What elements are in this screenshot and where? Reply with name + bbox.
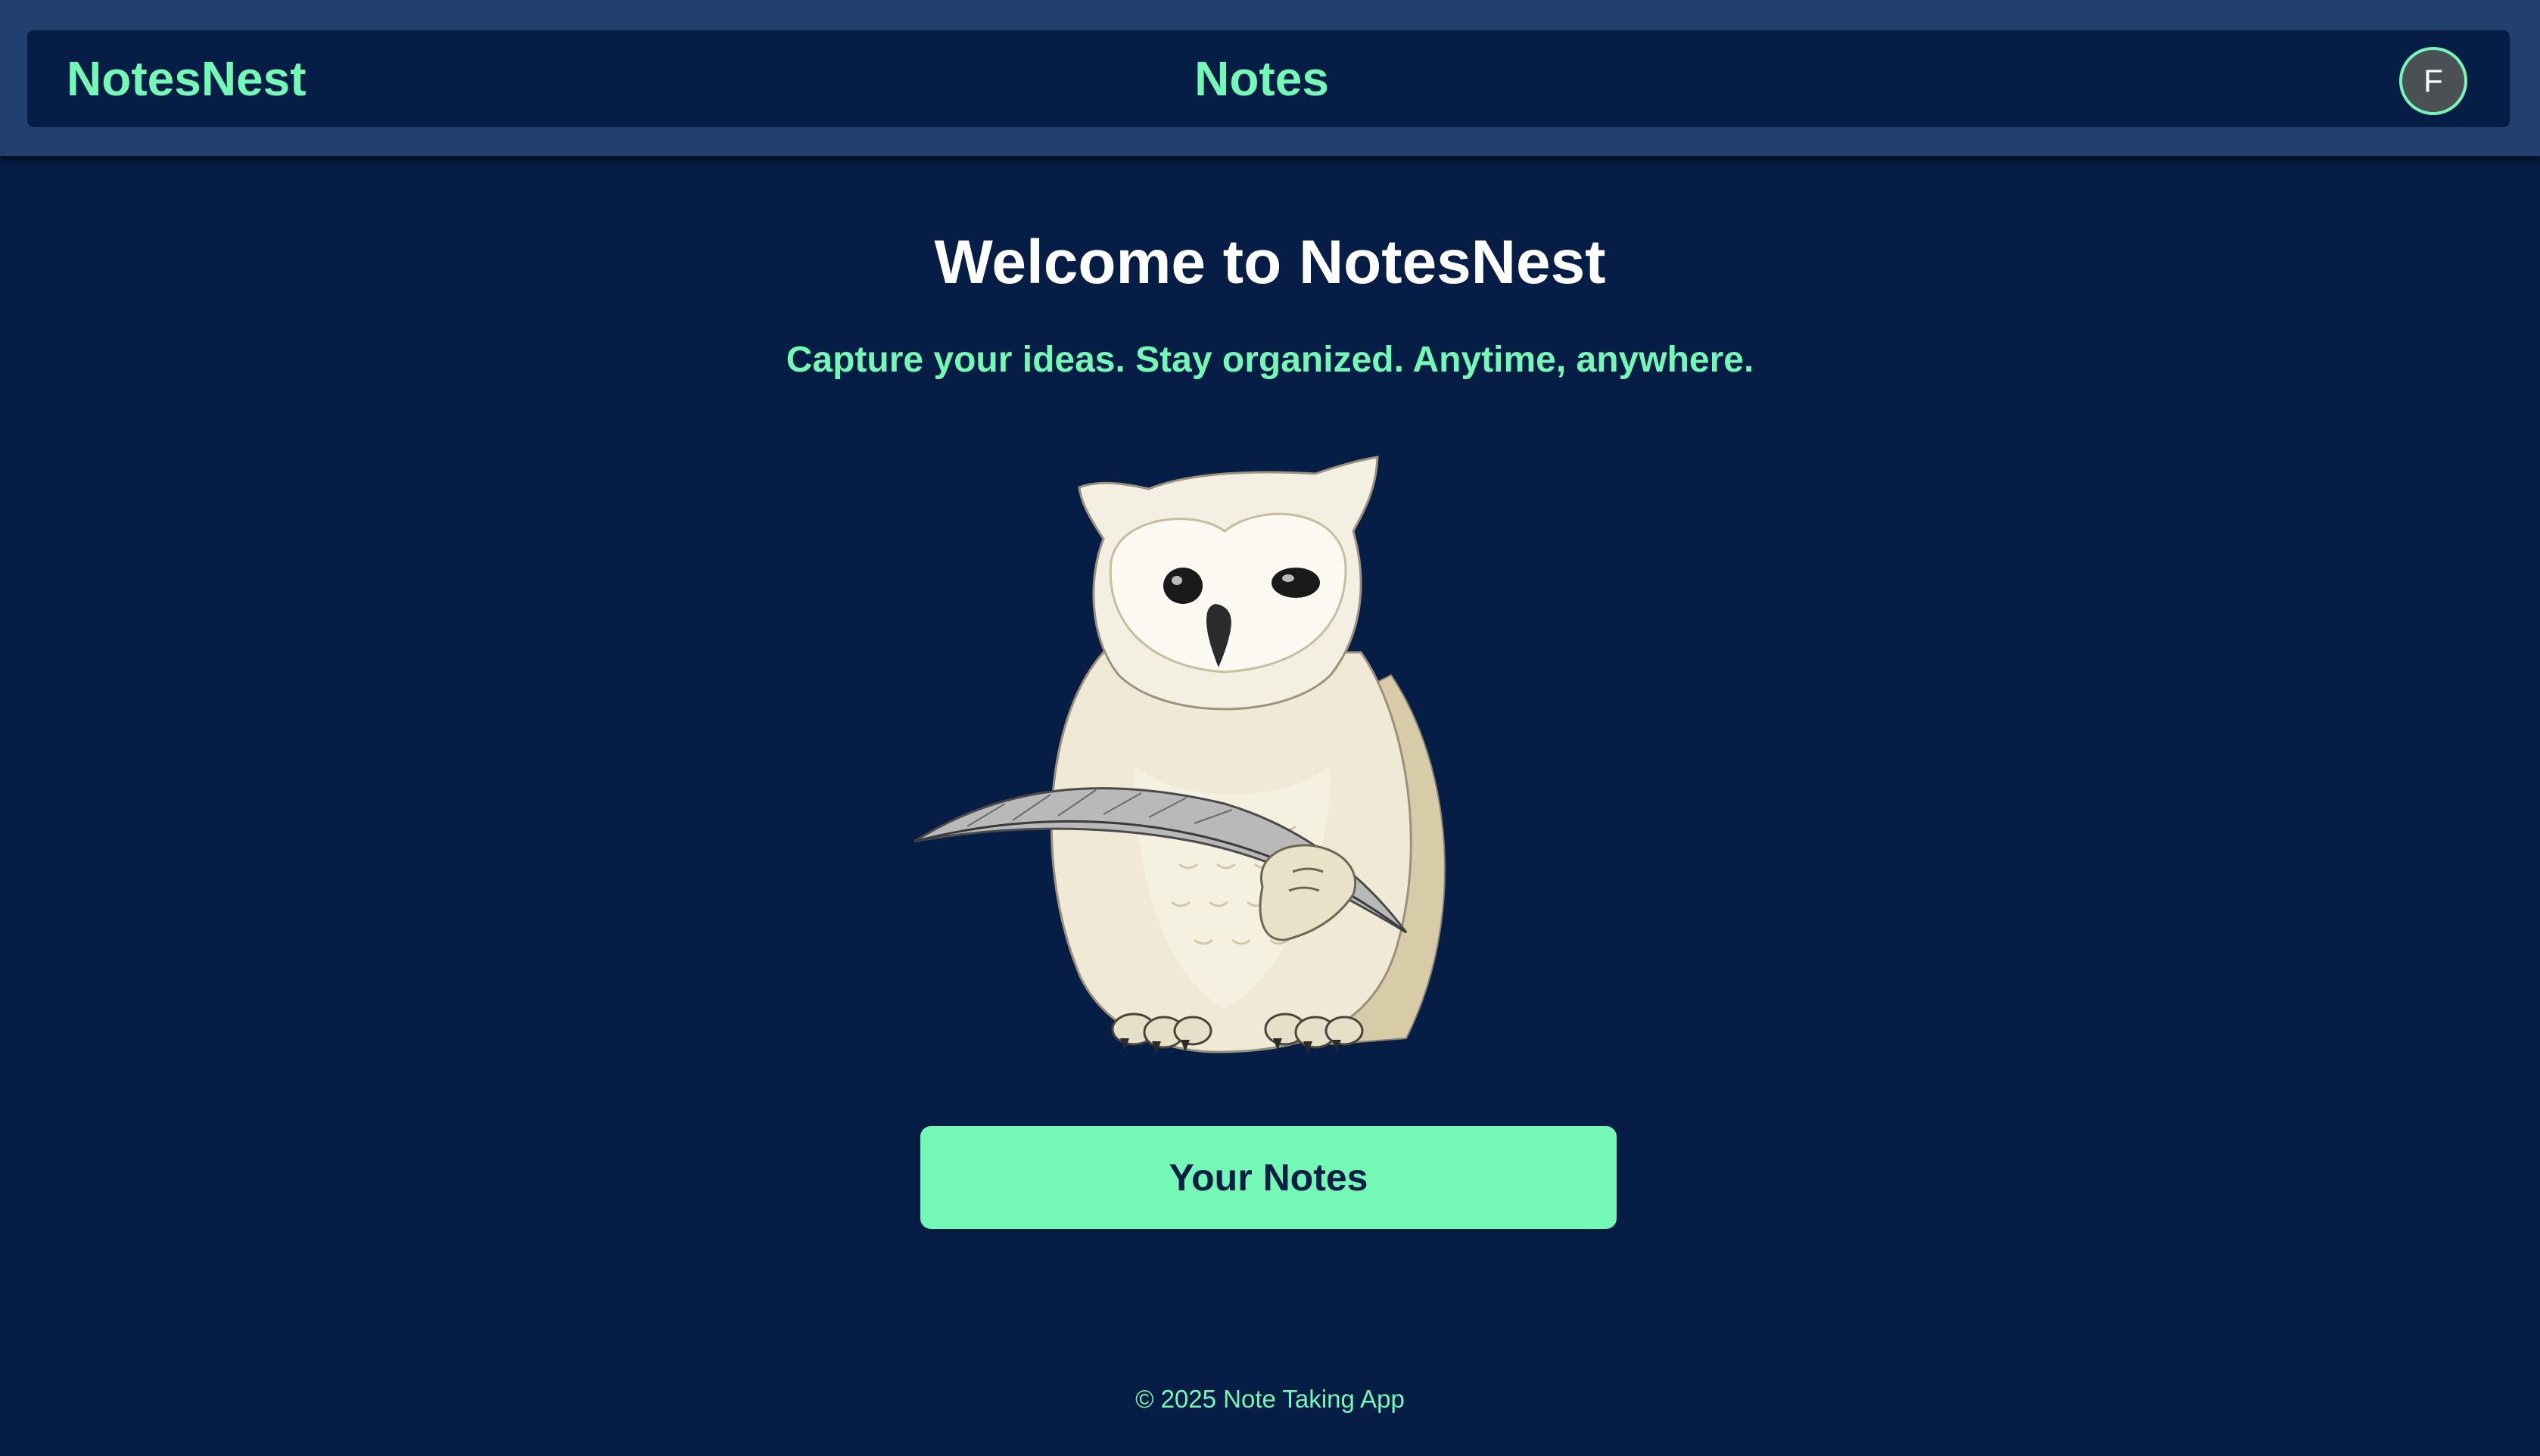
footer-copyright: © 2025 Note Taking App bbox=[1135, 1385, 1405, 1413]
navbar: NotesNest Notes F bbox=[27, 30, 2510, 127]
user-avatar[interactable]: F bbox=[2399, 47, 2467, 115]
your-notes-button[interactable]: Your Notes bbox=[920, 1126, 1617, 1229]
tagline: Capture your ideas. Stay organized. Anyt… bbox=[786, 340, 1754, 380]
page-title: Notes bbox=[1194, 51, 1329, 106]
welcome-heading: Welcome to NotesNest bbox=[934, 228, 1606, 297]
header-band: NotesNest Notes F bbox=[0, 0, 2540, 156]
owl-illustration bbox=[914, 456, 1446, 1053]
